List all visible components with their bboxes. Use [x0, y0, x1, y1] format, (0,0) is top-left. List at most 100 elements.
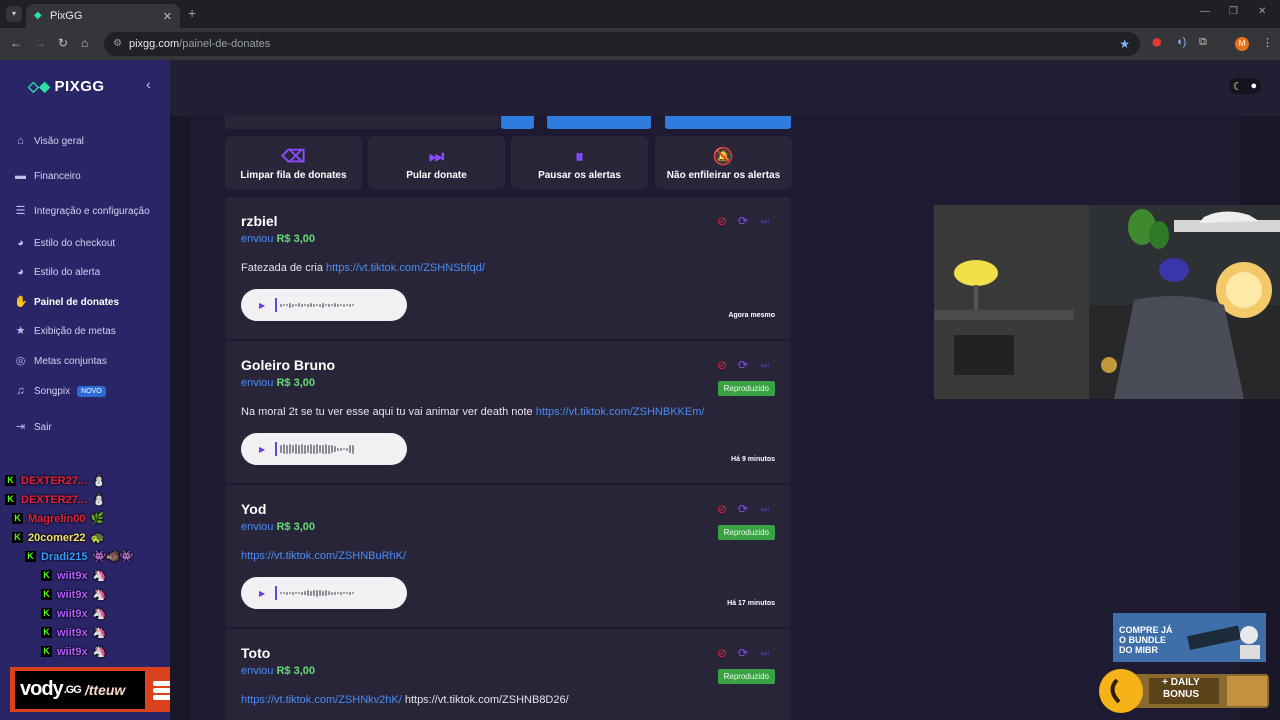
- block-icon[interactable]: ⊘: [717, 503, 727, 515]
- waveform[interactable]: [280, 442, 355, 456]
- action-label: Limpar fila de donates: [240, 170, 347, 181]
- chat-emote-icon: 🦄: [92, 589, 107, 601]
- kick-badge-icon: K: [25, 551, 36, 562]
- action-button-0[interactable]: ⌫ Limpar fila de donates: [225, 136, 362, 189]
- kick-badge-icon: K: [41, 608, 52, 619]
- extension-record-icon[interactable]: ⬢: [1152, 36, 1162, 49]
- play-icon[interactable]: ▶: [259, 445, 265, 454]
- audio-player[interactable]: ▶: [241, 289, 407, 321]
- audio-player[interactable]: ▶: [241, 433, 407, 465]
- playback-cursor[interactable]: [275, 586, 278, 600]
- daily-bonus-label: + DAILY BONUS: [1162, 677, 1200, 700]
- donate-sent: enviou R$ 3,00: [241, 665, 315, 677]
- close-window-icon[interactable]: ✕: [1258, 6, 1266, 17]
- restore-icon[interactable]: ❐: [1229, 6, 1238, 17]
- audio-player[interactable]: ▶: [241, 577, 407, 609]
- message-text-after: https://vt.tiktok.com/ZSHNB8D26/: [401, 694, 569, 706]
- sidebar-item-label: Sair: [34, 421, 52, 433]
- chat-username: wiit9x: [57, 569, 88, 582]
- sidebar-item-2[interactable]: ☰ Integração e configuração: [14, 203, 150, 219]
- sidebar-item-9[interactable]: ⇥ Sair: [14, 419, 52, 435]
- chat-message: Kwiit9x 🦄: [41, 645, 106, 658]
- partial-button-2[interactable]: [547, 116, 651, 129]
- pixgg-logo[interactable]: ◇◆ PIXGG: [28, 78, 105, 95]
- message-text: Fatezada de cria: [241, 262, 326, 274]
- home-icon[interactable]: ⌂: [81, 36, 88, 50]
- sidebar-item-6[interactable]: ★ Exibição de metas: [14, 323, 116, 339]
- status-badge: Reproduzido: [717, 669, 775, 684]
- bookmark-star-icon[interactable]: ★: [1119, 32, 1130, 56]
- browser-tab[interactable]: ◆ PixGG ✕: [26, 4, 180, 28]
- message-link[interactable]: https://vt.tiktok.com/ZSHNSbfqd/: [326, 262, 485, 274]
- sidebar-item-1[interactable]: ▬ Financeiro: [14, 168, 81, 184]
- sidebar-item-label: Visão geral: [34, 135, 84, 147]
- sidebar-item-5[interactable]: ✋ Painel de donates: [14, 294, 119, 310]
- browser-menu-icon[interactable]: ⋮: [1262, 36, 1273, 49]
- tab-search-icon[interactable]: ▾: [6, 6, 22, 22]
- mibr-bundle-ad[interactable]: COMPRE JÁ O BUNDLE DO MIBR: [1113, 613, 1266, 662]
- sidebar-item-3[interactable]: ◕ Estilo do checkout: [14, 235, 115, 251]
- minimize-icon[interactable]: —: [1200, 6, 1210, 17]
- waveform[interactable]: [280, 586, 355, 600]
- message-link[interactable]: https://vt.tiktok.com/ZSHNBKKEm/: [536, 406, 705, 418]
- close-tab-icon[interactable]: ✕: [163, 10, 172, 23]
- partial-button-3[interactable]: [665, 116, 791, 129]
- replay-icon[interactable]: ⟳: [738, 359, 748, 371]
- donate-message: https://vt.tiktok.com/ZSHNkv2hK/ https:/…: [241, 694, 569, 706]
- waveform-bar: [286, 304, 289, 306]
- sidebar-item-7[interactable]: ◎ Metas conjuntas: [14, 353, 107, 369]
- waveform-bar: [292, 445, 295, 453]
- extensions-puzzle-icon[interactable]: ⧉: [1199, 36, 1207, 49]
- block-icon[interactable]: ⊘: [717, 647, 727, 659]
- partial-input[interactable]: [225, 116, 500, 129]
- playback-cursor[interactable]: [275, 298, 278, 312]
- new-tab-icon[interactable]: +: [188, 5, 196, 21]
- extension-audio-icon[interactable]: ◖): [1176, 36, 1186, 48]
- chat-emote-icon: 🦄: [92, 608, 107, 620]
- play-icon[interactable]: ▶: [259, 301, 265, 310]
- back-icon[interactable]: ←: [10, 36, 22, 50]
- waveform-bar: [310, 303, 313, 307]
- waveform-bar: [328, 303, 331, 307]
- sidebar-item-0[interactable]: ⌂ Visão geral: [14, 133, 84, 149]
- eraser-icon: ⌫: [281, 147, 306, 166]
- message-link[interactable]: https://vt.tiktok.com/ZSHNBuRhK/: [241, 550, 406, 562]
- waveform-bar: [334, 303, 337, 307]
- skip-donate-icon[interactable]: ⏭: [761, 359, 769, 371]
- action-button-3[interactable]: 🔕 Não enfileirar os alertas: [655, 136, 792, 189]
- reload-icon[interactable]: ↻: [58, 36, 68, 50]
- replay-icon[interactable]: ⟳: [738, 503, 748, 515]
- waveform-bar: [313, 444, 316, 454]
- site-info-icon[interactable]: ⚙: [113, 32, 122, 56]
- profile-avatar[interactable]: M: [1235, 37, 1249, 51]
- sidebar-item-8[interactable]: ♫ Songpix NOVO: [14, 383, 106, 399]
- partial-button-1[interactable]: [501, 116, 534, 129]
- sent-prefix: enviou: [241, 521, 274, 533]
- donate-amount: R$ 3,00: [276, 521, 316, 533]
- forward-icon[interactable]: →: [34, 36, 46, 50]
- message-link[interactable]: https://vt.tiktok.com/ZSHNkv2hK/: [241, 694, 402, 706]
- chat-username: wiit9x: [57, 645, 88, 658]
- action-label: Não enfileirar os alertas: [666, 170, 781, 181]
- waveform-bar: [283, 444, 286, 454]
- address-bar[interactable]: ⚙ pixgg.com/painel-de-donates ★: [104, 32, 1140, 56]
- waveform-bar: [334, 446, 337, 452]
- action-button-1[interactable]: ⏭ Pular donate: [368, 136, 505, 189]
- collapse-sidebar-icon[interactable]: ‹: [146, 76, 151, 92]
- replay-icon[interactable]: ⟳: [738, 215, 748, 227]
- daily-bonus-ad[interactable]: + DAILY BONUS: [1099, 668, 1275, 714]
- action-button-2[interactable]: ⏸ Pausar os alertas: [511, 136, 648, 189]
- block-icon[interactable]: ⊘: [717, 359, 727, 371]
- replay-icon[interactable]: ⟳: [738, 647, 748, 659]
- skip-donate-icon[interactable]: ⏭: [761, 647, 769, 659]
- block-icon[interactable]: ⊘: [717, 215, 727, 227]
- playback-cursor[interactable]: [275, 442, 278, 456]
- skip-donate-icon[interactable]: ⏭: [761, 215, 769, 227]
- skip-donate-icon[interactable]: ⏭: [761, 503, 769, 515]
- sidebar-item-4[interactable]: ◕ Estilo do alerta: [14, 264, 100, 280]
- waveform-bar: [289, 444, 292, 454]
- play-icon[interactable]: ▶: [259, 589, 265, 598]
- theme-toggle[interactable]: ☾ ●: [1229, 78, 1261, 94]
- waveform[interactable]: [280, 298, 355, 312]
- waveform-bar: [292, 303, 295, 307]
